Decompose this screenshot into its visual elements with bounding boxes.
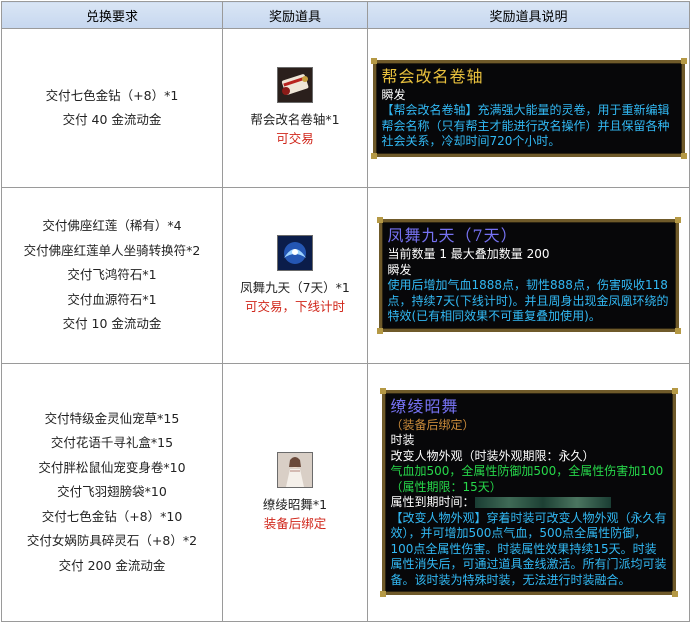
requirement-item: 交付飞鸿符石*1 (67, 267, 157, 283)
tooltip-appearance: 改变人物外观（时装外观期限：永久） (390, 448, 595, 463)
requirement-item: 交付佛座红莲单人坐骑转换符*2 (23, 242, 201, 258)
table-row: 交付佛座红莲（稀有）*4 交付佛座红莲单人坐骑转换符*2 交付飞鸿符石*1 交付… (1, 187, 690, 364)
requirements-cell: 交付七色金钻（+8）*1 交付 40 金流动金 (1, 28, 223, 188)
item-tooltip: 缭绫昭舞 （装备后绑定） 时装 改变人物外观（时装外观期限：永久） 气血加500… (379, 387, 678, 598)
tooltip-count: 当前数量 1 最大叠加数量 200 (387, 247, 550, 262)
tooltip-description: 【帮会改名卷轴】充满强大能量的灵卷，用于重新编辑帮会名称（只有帮主才能进行改名操… (381, 103, 670, 148)
requirement-item: 交付 10 金流动金 (62, 316, 162, 332)
table-row: 交付七色金钻（+8）*1 交付 40 金流动金 帮会改名卷轴*1 可交易 帮会改… (1, 28, 690, 188)
requirements-cell: 交付特级金灵仙宠草*15 交付花语千寻礼盒*15 交付胖松鼠仙宠变身卷*10 交… (1, 363, 223, 622)
description-cell: 帮会改名卷轴 瞬发 【帮会改名卷轴】充满强大能量的灵卷，用于重新编辑帮会名称（只… (367, 28, 690, 188)
header-row: 兑换要求 奖励道具 奖励道具说明 (1, 1, 690, 29)
requirement-item: 交付 40 金流动金 (62, 112, 162, 127)
requirement-item: 交付七色金钻（+8）*1 (45, 87, 179, 103)
tooltip-type: 瞬发 (387, 262, 412, 277)
tooltip-title: 缭绫昭舞 (390, 396, 459, 416)
reward-cell: 帮会改名卷轴*1 可交易 (222, 28, 368, 188)
requirement-item: 交付花语千寻礼盒*15 (50, 435, 174, 451)
item-tooltip: 帮会改名卷轴 瞬发 【帮会改名卷轴】充满强大能量的灵卷，用于重新编辑帮会名称（只… (370, 57, 687, 159)
reward-cell: 凤舞九天（7天）*1 可交易，下线计时 (222, 187, 368, 364)
tooltip-description: 使用后增加气血1888点，韧性888点，伤害吸收118点，持续7天(下线计时)。… (387, 278, 669, 324)
tooltip-expiry: 属性到期时间： (391, 495, 667, 511)
exchange-table: 兑换要求 奖励道具 奖励道具说明 交付七色金钻（+8）*1 交付 40 金流动金… (1, 1, 690, 622)
reward-note: 装备后绑定 (263, 515, 327, 531)
tooltip-stats: 气血加500，全属性防御加500，全属性伤害加100（属性期限：15天） (390, 464, 664, 494)
requirement-item: 交付七色金钻（+8）*10 (41, 508, 183, 524)
reward-name: 凤舞九天（7天）*1 (240, 279, 350, 295)
reward-cell: 缭绫昭舞*1 装备后绑定 (222, 363, 368, 622)
requirement-item: 交付胖松鼠仙宠变身卷*10 (38, 459, 186, 475)
phoenix-icon (277, 234, 313, 271)
table-row: 交付特级金灵仙宠草*15 交付花语千寻礼盒*15 交付胖松鼠仙宠变身卷*10 交… (1, 363, 690, 622)
requirement-item: 交付飞羽翅膀袋*10 (57, 484, 167, 500)
tooltip-description: 【改变人物外观】穿着时装可改变人物外观（永久有效），并可增加500点气血，500… (390, 510, 667, 587)
tooltip-title: 凤舞九天（7天） (387, 226, 518, 246)
requirement-item: 交付 200 金流动金 (58, 557, 166, 573)
redacted-date (474, 497, 611, 509)
tooltip-type: 瞬发 (381, 87, 406, 102)
reward-note: 可交易 (276, 131, 314, 146)
description-cell: 缭绫昭舞 （装备后绑定） 时装 改变人物外观（时装外观期限：永久） 气血加500… (367, 363, 690, 622)
requirements-cell: 交付佛座红莲（稀有）*4 交付佛座红莲单人坐骑转换符*2 交付飞鸿符石*1 交付… (1, 187, 223, 364)
header-requirements: 兑换要求 (1, 1, 223, 29)
requirement-item: 交付血源符石*1 (67, 291, 157, 307)
requirement-item: 交付佛座红莲（稀有）*4 (42, 218, 182, 234)
scroll-icon (277, 67, 313, 103)
tooltip-expiry-label: 属性到期时间： (390, 495, 475, 510)
reward-name: 帮会改名卷轴*1 (250, 112, 340, 127)
header-description: 奖励道具说明 (367, 1, 690, 29)
requirement-item: 交付女娲防具碎灵石（+8）*2 (26, 533, 198, 549)
reward-name: 缭绫昭舞*1 (262, 496, 328, 512)
costume-icon (277, 451, 313, 488)
reward-note: 可交易，下线计时 (244, 298, 345, 314)
description-cell: 凤舞九天（7天） 当前数量 1 最大叠加数量 200 瞬发 使用后增加气血188… (367, 187, 690, 364)
item-tooltip: 凤舞九天（7天） 当前数量 1 最大叠加数量 200 瞬发 使用后增加气血188… (376, 217, 681, 334)
tooltip-bind: （装备后绑定） (390, 417, 475, 432)
requirement-item: 交付特级金灵仙宠草*15 (44, 410, 180, 426)
tooltip-title: 帮会改名卷轴 (381, 66, 484, 86)
tooltip-category: 时装 (390, 433, 415, 448)
header-reward: 奖励道具 (222, 1, 368, 29)
